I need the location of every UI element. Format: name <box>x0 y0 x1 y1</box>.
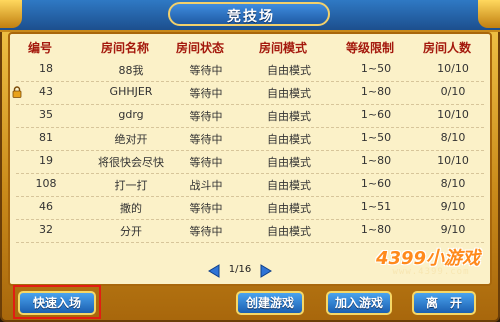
cell-level: 1~51 <box>360 200 392 213</box>
cell-status: 战斗中 <box>189 179 223 192</box>
cell-level: 1~50 <box>360 131 392 144</box>
corner-ornament-left <box>0 0 22 28</box>
cell-level: 1~50 <box>360 62 392 75</box>
cell-count: 9/10 <box>440 223 466 236</box>
header-level: 等级限制 <box>345 41 394 55</box>
cell-mode: 自由模式 <box>267 225 311 238</box>
cell-status: 等待中 <box>189 225 223 238</box>
cell-status: 等待中 <box>189 87 223 100</box>
lock-icon <box>12 86 22 98</box>
cell-count: 8/10 <box>440 131 466 144</box>
header-mode: 房间模式 <box>258 41 307 55</box>
cell-count: 10/10 <box>437 154 469 167</box>
cell-status: 等待中 <box>189 133 223 146</box>
watermark: 4399小游戏 www.4399.com <box>358 244 498 288</box>
table-row[interactable]: 35 gdrg 等待中 自由模式 1~60 10/10 <box>16 105 484 128</box>
cell-id: 46 <box>39 200 53 213</box>
header-status: 房间状态 <box>175 41 224 55</box>
page-indicator: 1/16 <box>228 264 252 275</box>
cell-mode: 自由模式 <box>267 110 311 123</box>
cell-id: 81 <box>39 131 53 144</box>
cell-count: 10/10 <box>437 62 469 75</box>
arrow-left-icon[interactable] <box>206 263 222 279</box>
cell-mode: 自由模式 <box>267 156 311 169</box>
table-row[interactable]: 18 88我 等待中 自由模式 1~50 10/10 <box>16 59 484 82</box>
cell-id: 35 <box>39 108 53 121</box>
cell-mode: 自由模式 <box>267 179 311 192</box>
table-row[interactable]: 46 撒的 等待中 自由模式 1~51 9/10 <box>16 197 484 220</box>
table-row[interactable]: 32 分开 等待中 自由模式 1~80 9/10 <box>16 220 484 243</box>
cell-level: 1~80 <box>360 223 392 236</box>
leave-button[interactable]: 离 开 <box>412 291 476 315</box>
cell-id: 32 <box>39 223 53 236</box>
create-game-button[interactable]: 创建游戏 <box>236 291 304 315</box>
window-title: 竞技场 <box>227 9 275 25</box>
cell-level: 1~80 <box>360 154 392 167</box>
cell-mode: 自由模式 <box>267 64 311 77</box>
cell-id: 18 <box>39 62 53 75</box>
cell-status: 等待中 <box>189 156 223 169</box>
table-row[interactable]: 81 绝对开 等待中 自由模式 1~50 8/10 <box>16 128 484 151</box>
table-row[interactable]: 108 打一打 战斗中 自由模式 1~60 8/10 <box>16 174 484 197</box>
cell-level: 1~80 <box>360 85 392 98</box>
table-row[interactable]: 19 将很快会尽快 等待中 自由模式 1~80 10/10 <box>16 151 484 174</box>
cell-count: 8/10 <box>440 177 466 190</box>
header-count: 房间人数 <box>422 41 471 55</box>
title-plaque: 竞技场 <box>168 2 330 26</box>
cell-level: 1~60 <box>360 177 392 190</box>
arrow-right-icon[interactable] <box>258 263 274 279</box>
cell-mode: 自由模式 <box>267 202 311 215</box>
cell-status: 等待中 <box>189 110 223 123</box>
corner-ornament-right <box>478 0 500 28</box>
cell-count: 9/10 <box>440 200 466 213</box>
cell-level: 1~60 <box>360 108 392 121</box>
cell-mode: 自由模式 <box>267 87 311 100</box>
cell-status: 等待中 <box>189 64 223 77</box>
quick-join-button[interactable]: 快速入场 <box>18 291 96 315</box>
cell-count: 0/10 <box>440 85 466 98</box>
pager: 1/16 <box>206 263 274 279</box>
table-row[interactable]: 43 GHHJER 等待中 自由模式 1~80 0/10 <box>12 82 484 105</box>
table-header: 编号 房间名称 房间状态 房间模式 等级限制 房间人数 <box>10 36 490 58</box>
cell-id: 43 <box>39 85 53 98</box>
join-game-button[interactable]: 加入游戏 <box>326 291 392 315</box>
cell-count: 10/10 <box>437 108 469 121</box>
cell-status: 等待中 <box>189 202 223 215</box>
cell-mode: 自由模式 <box>267 133 311 146</box>
header-id: 编号 <box>27 41 52 55</box>
cell-id: 108 <box>35 177 57 190</box>
cell-id: 19 <box>39 154 53 167</box>
watermark-url: www.4399.com <box>392 267 470 277</box>
title-bar: 竞技场 <box>0 0 500 32</box>
